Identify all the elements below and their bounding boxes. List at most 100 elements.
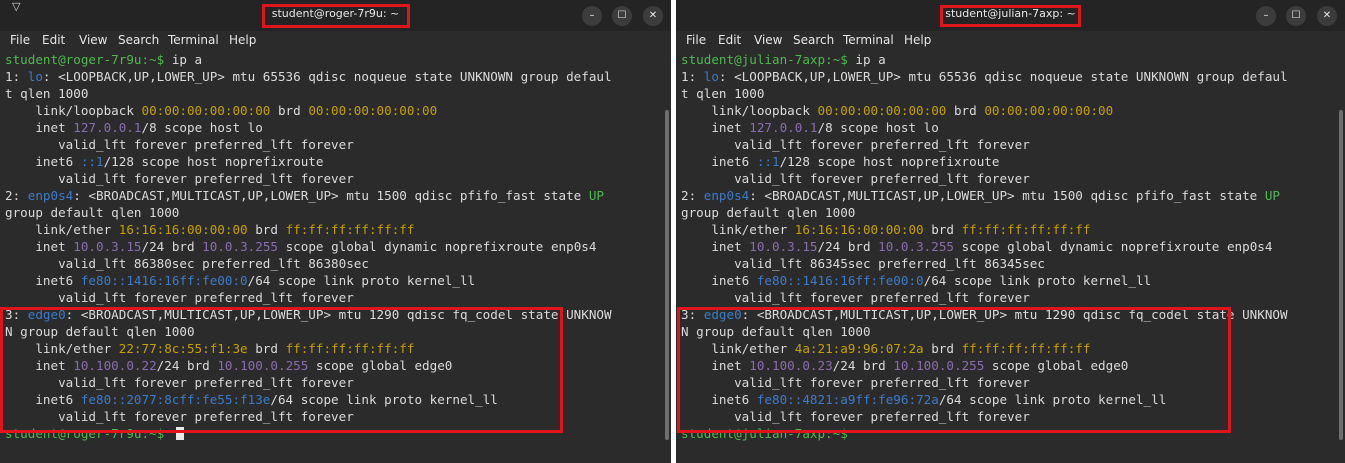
terminal-line: link/loopback 00:00:00:00:00:00 brd 00:0…	[681, 102, 1333, 119]
line-segment: brd	[923, 222, 962, 237]
line-segment: t qlen 1000	[5, 86, 89, 101]
menu-view[interactable]: View	[754, 33, 782, 47]
line-segment: valid_lft forever preferred_lft forever	[681, 137, 1030, 152]
line-segment: 10.0.3.255	[878, 239, 954, 254]
terminal-line: valid_lft forever preferred_lft forever	[5, 289, 659, 306]
line-segment: lo	[703, 69, 719, 84]
line-segment: : <LOOPBACK,UP,LOWER_UP> mtu 65536 qdisc…	[42, 69, 612, 84]
line-segment: /64 scope link proto kernel_ll	[247, 273, 476, 288]
line-segment: inet6	[5, 273, 81, 288]
command-line: student@roger-7r9u:~$ ip a	[5, 51, 659, 68]
menu-file[interactable]: File	[686, 33, 706, 47]
line-segment: link/loopback	[681, 103, 818, 118]
line-segment: 00:00:00:00:00:00	[817, 103, 947, 118]
terminal-line: link/loopback 00:00:00:00:00:00 brd 00:0…	[5, 102, 659, 119]
line-segment: ::1	[80, 154, 104, 169]
line-segment: lo	[27, 69, 43, 84]
scrollbar[interactable]	[665, 110, 669, 440]
line-segment: fe80::1416:16ff:fe00:0	[80, 273, 248, 288]
terminal-line: inet 10.0.3.15/24 brd 10.0.3.255 scope g…	[681, 238, 1333, 255]
line-segment: valid_lft 86380sec preferred_lft 86380se…	[5, 256, 369, 271]
menu-file[interactable]: File	[10, 33, 30, 47]
line-segment: t qlen 1000	[681, 86, 765, 101]
command-text: ip a	[171, 52, 203, 67]
terminal-line: valid_lft forever preferred_lft forever	[5, 170, 659, 187]
line-segment: inet	[5, 120, 74, 135]
terminal-line: valid_lft forever preferred_lft forever	[681, 136, 1333, 153]
line-segment: 2:	[681, 188, 704, 203]
line-segment: 16:16:16:00:00:00	[794, 222, 924, 237]
line-segment: brd	[270, 103, 309, 118]
close-button[interactable]: ✕	[1317, 6, 1337, 26]
terminal-line: 1: lo: <LOOPBACK,UP,LOWER_UP> mtu 65536 …	[5, 68, 659, 85]
line-segment: group default qlen 1000	[5, 205, 180, 220]
menu-search[interactable]: Search	[793, 33, 834, 47]
line-segment: /24 brd	[141, 239, 203, 254]
terminal-line: valid_lft forever preferred_lft forever	[681, 289, 1333, 306]
line-segment: brd	[946, 103, 985, 118]
window-menu-icon[interactable]: ▽	[12, 0, 20, 13]
line-segment: scope global dynamic noprefixroute enp0s…	[278, 239, 597, 254]
terminal-line: valid_lft 86345sec preferred_lft 86345se…	[681, 255, 1333, 272]
line-segment: ::1	[756, 154, 780, 169]
command-text: ip a	[855, 52, 886, 67]
line-segment: 16:16:16:00:00:00	[118, 222, 248, 237]
menu-edit[interactable]: Edit	[42, 33, 65, 47]
line-segment: 127.0.0.1	[749, 120, 818, 135]
line-segment: valid_lft forever preferred_lft forever	[681, 290, 1030, 305]
menu-view[interactable]: View	[79, 33, 107, 47]
line-segment: UP	[588, 188, 605, 203]
terminal-line: t qlen 1000	[5, 85, 659, 102]
minimize-button[interactable]: –	[582, 6, 602, 26]
menu-terminal[interactable]: Terminal	[168, 33, 219, 47]
menu-help[interactable]: Help	[229, 33, 256, 47]
line-segment: 00:00:00:00:00:00	[141, 103, 271, 118]
title-highlight-box	[940, 5, 1081, 27]
prompt: student@roger-7r9u:~$	[5, 52, 172, 67]
edge0-highlight-box	[0, 307, 563, 433]
terminal-line: t qlen 1000	[681, 85, 1333, 102]
line-segment: scope global dynamic noprefixroute enp0s…	[954, 239, 1273, 254]
line-segment: fe80::1416:16ff:fe00:0	[756, 273, 924, 288]
menu-edit[interactable]: Edit	[718, 33, 741, 47]
terminal-line: inet6 fe80::1416:16ff:fe00:0/64 scope li…	[5, 272, 659, 289]
line-segment: inet	[681, 120, 750, 135]
terminal-line: inet6 ::1/128 scope host noprefixroute	[5, 153, 659, 170]
menu-bar: File Edit View Search Terminal Help	[0, 31, 671, 50]
menu-terminal[interactable]: Terminal	[843, 33, 894, 47]
line-segment: 127.0.0.1	[73, 120, 142, 135]
line-segment: inet6	[681, 273, 757, 288]
line-segment: inet6	[681, 154, 757, 169]
line-segment: /8 scope host lo	[817, 120, 939, 135]
line-segment: : <BROADCAST,MULTICAST,UP,LOWER_UP> mtu …	[73, 188, 589, 203]
terminal-line: inet6 ::1/128 scope host noprefixroute	[681, 153, 1333, 170]
line-segment: valid_lft forever preferred_lft forever	[5, 171, 354, 186]
line-segment: /64 scope link proto kernel_ll	[923, 273, 1152, 288]
line-segment: /24 brd	[817, 239, 879, 254]
line-segment: : <BROADCAST,MULTICAST,UP,LOWER_UP> mtu …	[749, 188, 1265, 203]
edge0-highlight-box	[677, 307, 1231, 433]
line-segment: 00:00:00:00:00:00	[308, 103, 438, 118]
menu-help[interactable]: Help	[904, 33, 931, 47]
line-segment: valid_lft forever preferred_lft forever	[5, 137, 354, 152]
line-segment: 10.0.3.255	[202, 239, 278, 254]
terminal-line: valid_lft forever preferred_lft forever	[681, 170, 1333, 187]
terminal-line: inet 10.0.3.15/24 brd 10.0.3.255 scope g…	[5, 238, 659, 255]
line-segment: /128 scope host noprefixroute	[779, 154, 1000, 169]
minimize-button[interactable]: –	[1256, 6, 1276, 26]
line-segment: valid_lft forever preferred_lft forever	[5, 290, 354, 305]
maximize-button[interactable]: ☐	[612, 6, 632, 26]
scrollbar[interactable]	[1339, 110, 1343, 440]
terminal-line: valid_lft forever preferred_lft forever	[5, 136, 659, 153]
line-segment: UP	[1264, 188, 1281, 203]
close-button[interactable]: ✕	[643, 6, 663, 26]
menu-search[interactable]: Search	[118, 33, 159, 47]
line-segment: /8 scope host lo	[141, 120, 263, 135]
line-segment: 10.0.3.15	[749, 239, 818, 254]
terminal-line: 1: lo: <LOOPBACK,UP,LOWER_UP> mtu 65536 …	[681, 68, 1333, 85]
maximize-button[interactable]: ☐	[1286, 6, 1306, 26]
line-segment: : <LOOPBACK,UP,LOWER_UP> mtu 65536 qdisc…	[718, 69, 1288, 84]
terminal-line: inet 127.0.0.1/8 scope host lo	[681, 119, 1333, 136]
line-segment: 00:00:00:00:00:00	[984, 103, 1114, 118]
terminal-line: 2: enp0s4: <BROADCAST,MULTICAST,UP,LOWER…	[681, 187, 1333, 204]
